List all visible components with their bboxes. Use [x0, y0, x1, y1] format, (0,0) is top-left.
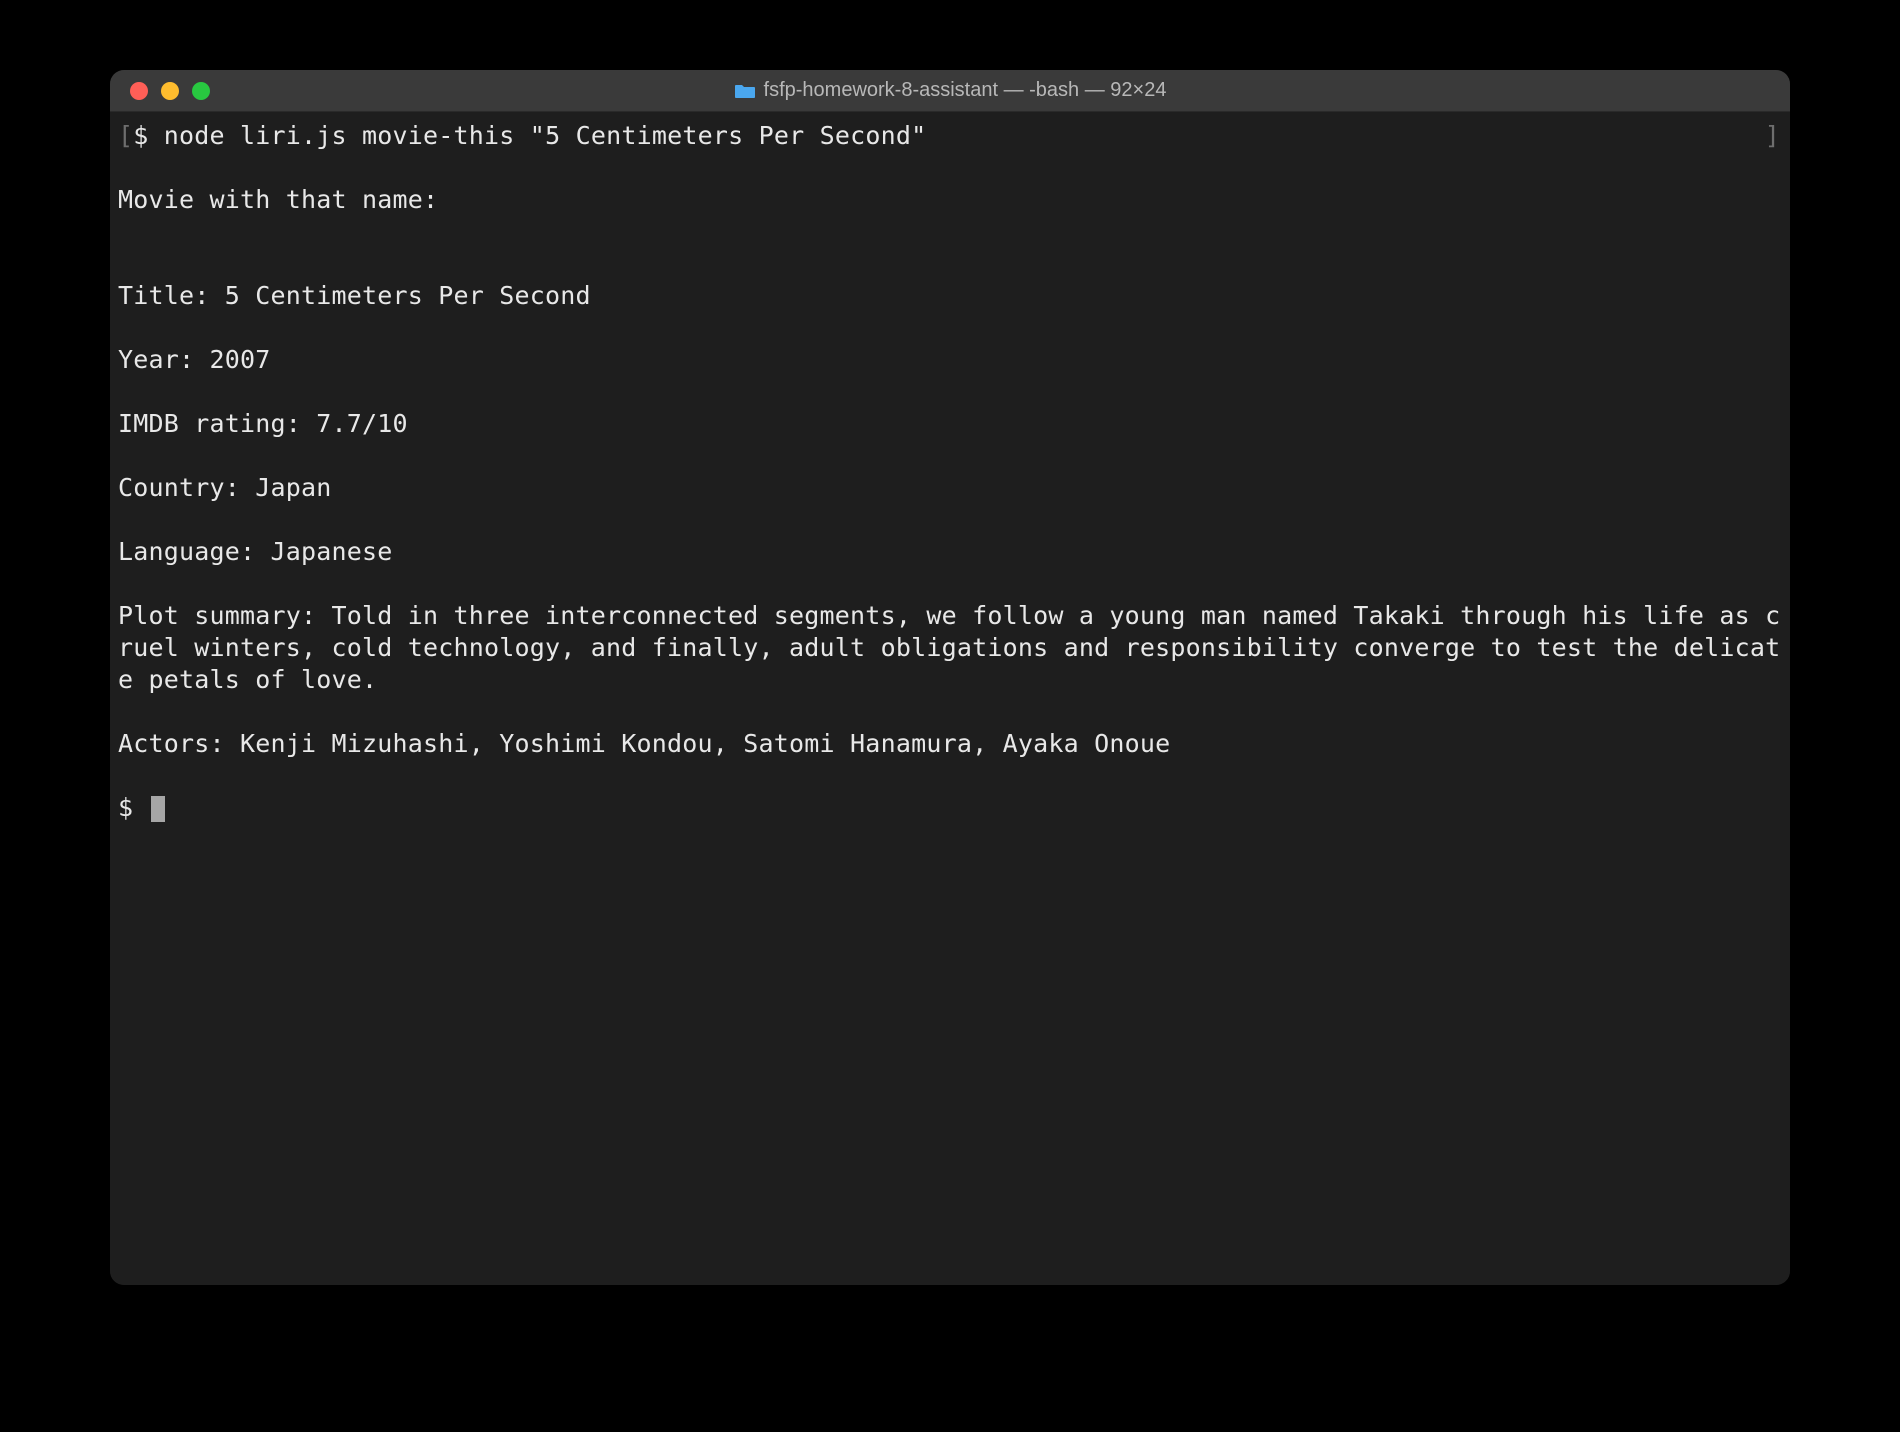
output-line: IMDB rating: 7.7/10: [118, 408, 1782, 440]
prompt-symbol: $: [133, 121, 164, 150]
traffic-lights: [110, 82, 210, 100]
title-area: fsfp-homework-8-assistant — -bash — 92×2…: [110, 79, 1790, 102]
titlebar: fsfp-homework-8-assistant — -bash — 92×2…: [110, 70, 1790, 112]
left-bracket: [: [118, 121, 133, 150]
minimize-button[interactable]: [161, 82, 179, 100]
output-line: Title: 5 Centimeters Per Second: [118, 280, 1782, 312]
window-title: fsfp-homework-8-assistant — -bash — 92×2…: [764, 79, 1167, 102]
cursor: [151, 796, 165, 822]
maximize-button[interactable]: [192, 82, 210, 100]
close-button[interactable]: [130, 82, 148, 100]
command-text: node liri.js movie-this "5 Centimeters P…: [164, 121, 927, 150]
folder-icon: [734, 82, 756, 100]
terminal-body[interactable]: [$ node liri.js movie-this "5 Centimeter…: [110, 112, 1790, 1285]
right-bracket: ]: [1765, 120, 1780, 152]
output-line: Movie with that name:: [118, 184, 1782, 216]
prompt-symbol: $: [118, 793, 149, 822]
output-line: Country: Japan: [118, 472, 1782, 504]
output-line: Language: Japanese: [118, 536, 1782, 568]
output-line: Actors: Kenji Mizuhashi, Yoshimi Kondou,…: [118, 728, 1782, 760]
output-line: Year: 2007: [118, 344, 1782, 376]
output-line: Plot summary: Told in three interconnect…: [118, 600, 1782, 696]
terminal-window: fsfp-homework-8-assistant — -bash — 92×2…: [110, 70, 1790, 1285]
